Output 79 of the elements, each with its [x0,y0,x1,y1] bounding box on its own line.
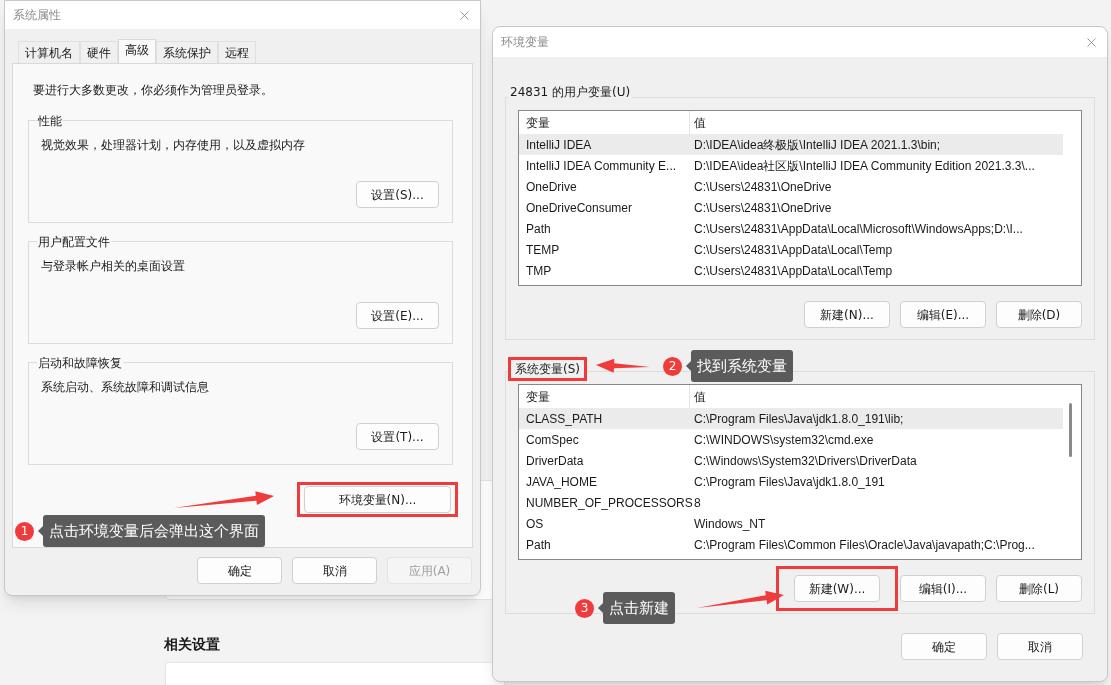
tab[interactable]: 远程 [218,41,256,63]
group-description: 视觉效果，处理器计划，内存使用，以及虚拟内存 [41,137,306,154]
variable-value: Windows_NT [693,515,766,533]
variable-value: D:\IDEA\idea社区版\IntelliJ IDEA Community Edition 2021.3.3\... [693,157,1035,175]
scrollbar-thumb[interactable] [1069,403,1072,457]
variable-value: C:\Users\24831\AppData\Local\Temp [693,241,893,259]
variable-name: CLASS_PATH [525,410,604,428]
variable-name: TMP [525,262,553,280]
group-title: 系统变量(S) [514,361,581,378]
dialog-button[interactable]: 取消 [997,633,1083,660]
tab[interactable]: 硬件 [80,41,118,63]
variable-value: C:\Program Files\Java\jdk1.8.0_191\lib; [693,410,904,428]
variable-row[interactable]: OneDriveConsumer C:\Users\24831\OneDrive [519,197,1063,218]
tab[interactable]: 计算机名 [18,41,80,63]
variable-value: C:\Program Files\Common Files\Oracle\Java\javapath;C:\Prog... [693,536,1035,554]
variable-name: IntelliJ IDEA [525,136,593,154]
dialog-button[interactable]: 新建(W)... [794,575,880,602]
variable-row[interactable]: NUMBER_OF_PROCESSORS8 [519,492,1063,513]
variable-value: 8 [693,494,701,512]
dialog-button[interactable]: 编辑(E)... [900,301,986,328]
variable-row[interactable]: IntelliJ IDEA D:\IDEA\idea终极版\IntelliJ IDEA 2021.1.3\bin; [519,134,1063,155]
variable-name: ComSpec [525,431,580,449]
group-title: 性能 [37,112,63,130]
variable-value: C:\Windows\System32\Drivers\DriverData [693,452,917,470]
dialog-button[interactable]: 编辑(I)... [900,575,986,602]
callout-text: 找到系统变量 [697,355,787,377]
variable-name: OneDrive [525,178,578,196]
group-title: 启动和故障恢复 [37,354,123,372]
column-header[interactable]: 值 [690,111,1063,134]
window-title: 系统属性 [13,7,61,24]
variable-row[interactable]: TEMP C:\Users\24831\AppData\Local\Temp [519,239,1063,260]
tab[interactable]: 高级 [118,39,156,63]
variable-value: C:\Users\24831\OneDrive [693,178,832,196]
dialog-button[interactable]: 环境变量(N)... [304,486,451,513]
dialog-button[interactable]: 确定 [197,557,282,584]
dialog-button[interactable]: 新建(N)... [804,301,890,328]
variable-value: C:\Users\24831\OneDrive [693,199,832,217]
variable-name: OneDriveConsumer [525,199,634,217]
variable-row[interactable]: ComSpec C:\WINDOWS\system32\cmd.exe [519,429,1063,450]
column-header[interactable]: 值 [690,385,1063,408]
variable-name: OS [525,515,545,533]
dialog-button[interactable]: 取消 [292,557,377,584]
notice-text: 要进行大多数更改，你必须作为管理员登录。 [32,82,274,98]
variable-name: JAVA_HOME [525,473,598,491]
dialog-button[interactable]: 删除(L) [996,575,1082,602]
variable-value: C:\Users\24831\AppData\Local\Microsoft\WindowsApps;D:\I... [693,220,1023,238]
dialog-button[interactable]: 设置(T)... [356,423,439,450]
dialog-button[interactable]: 设置(E)... [356,302,439,329]
variable-value: C:\WINDOWS\system32\cmd.exe [693,431,874,449]
variable-name: NUMBER_OF_PROCESSORS [525,494,690,512]
variable-row[interactable]: OneDrive C:\Users\24831\OneDrive [519,176,1063,197]
variable-row[interactable]: TMP C:\Users\24831\AppData\Local\Temp [519,260,1063,281]
variable-name: Path [525,536,552,554]
callout-text: 点击新建 [609,597,669,619]
dialog-button[interactable]: 确定 [901,633,987,660]
variable-value: D:\IDEA\idea终极版\IntelliJ IDEA 2021.1.3\bin; [693,136,941,154]
tab[interactable]: 系统保护 [156,41,218,63]
dialog-button[interactable]: 删除(D) [996,301,1082,328]
variable-value: C:\Users\24831\AppData\Local\Temp [693,262,893,280]
variable-row[interactable]: IntelliJ IDEA Community E... D:\IDEA\idea社区版\IntelliJ IDEA Community Edition 2021.3.3\... [519,155,1063,176]
group-description: 系统启动、系统故障和调试信息 [41,379,210,396]
variable-row[interactable]: CLASS_PATH C:\Program Files\Java\jdk1.8.0_191\lib; [519,408,1063,429]
variable-row[interactable]: DriverData C:\Windows\System32\Drivers\DriverData [519,450,1063,471]
group-title: 用户配置文件 [37,233,111,251]
variable-name: TEMP [525,241,561,259]
variable-name: Path [525,220,552,238]
variable-value: C:\Program Files\Java\jdk1.8.0_191 [693,473,885,491]
group-title: 24831 的用户变量(U) [509,84,632,101]
variable-row[interactable]: JAVA_HOME C:\Program Files\Java\jdk1.8.0_191 [519,471,1063,492]
variable-row[interactable]: Path C:\Users\24831\AppData\Local\Microsoft\WindowsApps;D:\I... [519,218,1063,239]
section-heading: 相关设置 [164,635,220,654]
variable-name: DriverData [525,452,585,470]
window-title: 环境变量 [501,34,549,51]
dialog-button[interactable]: 设置(S)... [356,181,439,208]
variable-row[interactable]: OS Windows_NT [519,513,1063,534]
group-description: 与登录帐户相关的桌面设置 [41,258,186,275]
callout-text: 点击环境变量后会弹出这个界面 [49,520,259,542]
variable-name: IntelliJ IDEA Community E... [525,157,678,175]
variable-row[interactable]: Path C:\Program Files\Common Files\Oracle\Java\javapath;C:\Prog... [519,534,1063,555]
